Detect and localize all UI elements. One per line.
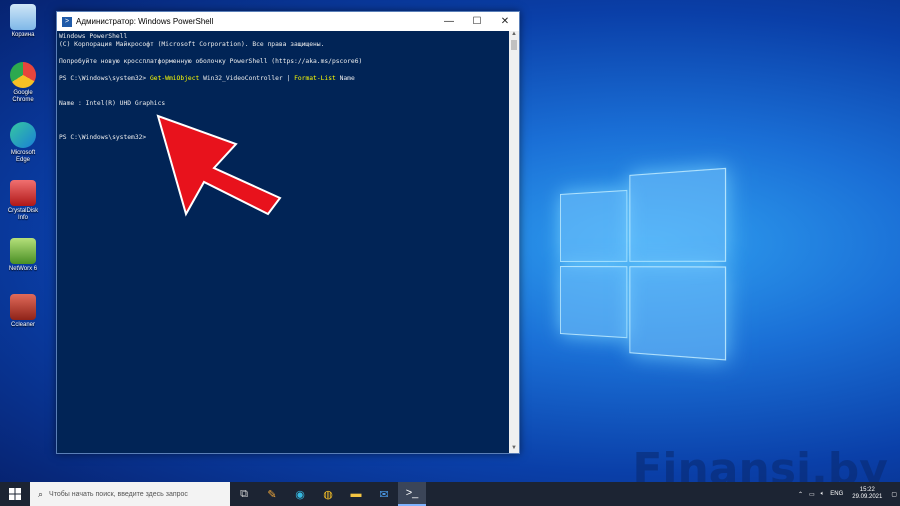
clock[interactable]: 15:22 29.09.2021 [852, 487, 882, 501]
recycle-bin-icon [10, 4, 36, 30]
powershell-window[interactable]: > Администратор: Windows PowerShell — ☐ … [56, 11, 520, 454]
clock-time: 15:22 [852, 487, 882, 494]
scroll-thumb[interactable] [511, 40, 517, 50]
file-explorer-icon[interactable]: ▬ [342, 482, 370, 506]
search-icon: ⌕ [38, 489, 43, 500]
console-line: (C) Корпорация Майкрософт (Microsoft Cor… [59, 41, 324, 48]
crystaldisk-icon [10, 180, 36, 206]
desktop-icon-recycle-bin[interactable]: Корзина [4, 4, 42, 39]
command-args: Win32_VideoController | [199, 75, 294, 82]
close-button[interactable]: ✕ [491, 16, 519, 27]
command-cmdlet-2: Format-List [294, 75, 336, 82]
chrome-icon[interactable]: ◍ [314, 482, 342, 506]
powershell-icon: > [62, 17, 72, 27]
network-icon[interactable]: ▭ [809, 491, 815, 498]
desktop-icon-label: Ccleaner [4, 322, 42, 329]
minimize-button[interactable]: — [435, 16, 463, 27]
window-titlebar[interactable]: > Администратор: Windows PowerShell — ☐ … [57, 12, 519, 31]
command-cmdlet: Get-WmiObject [150, 75, 199, 82]
volume-icon[interactable]: 🔈︎ [821, 491, 825, 498]
desktop-icon-label: NetWorx 6 [4, 266, 42, 273]
prompt: PS C:\Windows\system32> [59, 134, 146, 141]
windows-start-icon [9, 488, 21, 500]
desktop-icon-label: Microsoft Edge [4, 150, 42, 164]
vertical-scrollbar[interactable]: ▲ ▼ [509, 31, 519, 453]
desktop-icon-networx[interactable]: NetWorx 6 [4, 238, 42, 273]
desktop-icon-ccleaner[interactable]: Ccleaner [4, 294, 42, 329]
paint-icon[interactable]: ✎ [258, 482, 286, 506]
chrome-icon [10, 62, 36, 88]
red-arrow-annotation [150, 110, 285, 220]
search-placeholder: Чтобы начать поиск, введите здесь запрос [49, 491, 188, 498]
desktop-icon-edge[interactable]: Microsoft Edge [4, 122, 42, 164]
powershell-icon[interactable]: >_ [398, 482, 426, 506]
desktop-icon-label: CrystalDisk Info [4, 208, 42, 222]
console-line: Windows PowerShell [59, 33, 127, 40]
taskbar-search-box[interactable]: ⌕ Чтобы начать поиск, введите здесь запр… [30, 482, 230, 506]
desktop-icon-label: Корзина [4, 32, 42, 39]
edge-icon [10, 122, 36, 148]
desktop-icon-crystaldisk[interactable]: CrystalDisk Info [4, 180, 42, 222]
taskbar: ⌕ Чтобы начать поиск, введите здесь запр… [0, 482, 900, 506]
language-indicator[interactable]: ENG [830, 491, 843, 497]
maximize-button[interactable]: ☐ [463, 16, 491, 27]
task-view-icon[interactable]: ⧉ [230, 482, 258, 506]
mail-icon[interactable]: ✉ [370, 482, 398, 506]
desktop-icon-label: Google Chrome [4, 90, 42, 104]
command-output: Name : Intel(R) UHD Graphics [59, 100, 165, 107]
edge-icon[interactable]: ◉ [286, 482, 314, 506]
scroll-down-icon[interactable]: ▼ [509, 445, 519, 453]
start-button[interactable] [0, 482, 30, 506]
console-line: Попробуйте новую кроссплатформенную обол… [59, 58, 362, 65]
prompt: PS C:\Windows\system32> [59, 75, 150, 82]
windows-logo-wallpaper [560, 168, 724, 358]
ccleaner-icon [10, 294, 36, 320]
clock-date: 29.09.2021 [852, 494, 882, 501]
console-output[interactable]: Windows PowerShell (C) Корпорация Майкро… [57, 31, 509, 453]
command-args-2: Name [336, 75, 355, 82]
scroll-up-icon[interactable]: ▲ [509, 31, 519, 39]
chevron-up-icon[interactable]: ⌃ [798, 491, 803, 498]
desktop-icon-chrome[interactable]: Google Chrome [4, 62, 42, 104]
window-title: Администратор: Windows PowerShell [76, 17, 435, 26]
notification-icon[interactable]: ▢ [891, 491, 897, 498]
networx-icon [10, 238, 36, 264]
system-tray: ⌃ ▭ 🔈︎ ENG 15:22 29.09.2021 ▢ [795, 482, 900, 506]
